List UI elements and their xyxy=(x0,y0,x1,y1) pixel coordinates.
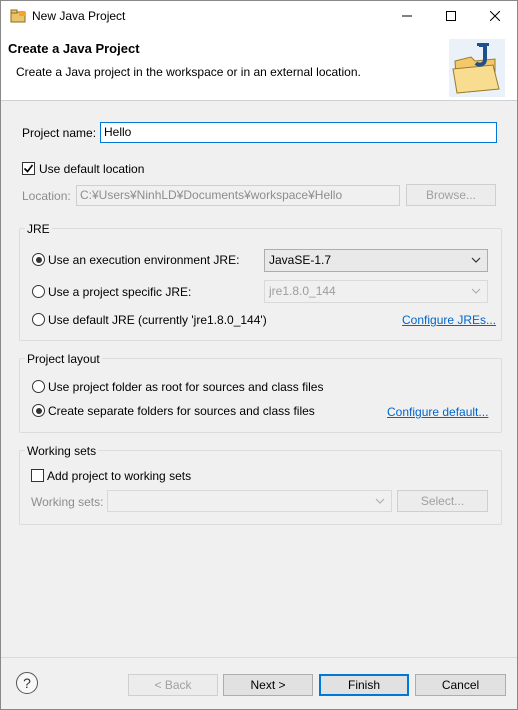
chevron-down-icon xyxy=(471,257,481,263)
jre-default-label: Use default JRE (currently 'jre1.8.0_144… xyxy=(48,313,267,327)
chevron-down-icon xyxy=(375,498,385,504)
close-icon xyxy=(490,11,500,21)
use-default-location-label: Use default location xyxy=(39,162,145,176)
finish-button[interactable]: Finish xyxy=(319,674,409,696)
next-button[interactable]: Next > xyxy=(223,674,313,696)
page-description: Create a Java project in the workspace o… xyxy=(16,65,361,79)
minimize-icon xyxy=(402,15,412,17)
cancel-button[interactable]: Cancel xyxy=(415,674,506,696)
configure-jres-link[interactable]: Configure JREs... xyxy=(402,313,496,327)
add-to-working-sets-label: Add project to working sets xyxy=(47,469,192,483)
window-title: New Java Project xyxy=(32,9,126,23)
location-input[interactable]: C:¥Users¥NinhLD¥Documents¥workspace¥Hell… xyxy=(76,185,400,206)
project-specific-jre-value: jre1.8.0_144 xyxy=(269,284,336,298)
page-title: Create a Java Project xyxy=(8,41,140,56)
title-bar: New Java Project xyxy=(1,1,517,31)
execution-environment-select[interactable]: JavaSE-1.7 xyxy=(264,249,488,272)
configure-default-link[interactable]: Configure default... xyxy=(387,405,488,419)
java-folder-icon xyxy=(449,39,505,97)
working-sets-select[interactable] xyxy=(107,490,392,512)
minimize-button[interactable] xyxy=(385,1,429,31)
jre-execution-environment-label: Use an execution environment JRE: xyxy=(48,253,240,267)
help-icon[interactable]: ? xyxy=(16,672,38,694)
project-specific-jre-select[interactable]: jre1.8.0_144 xyxy=(264,280,488,303)
jre-execution-environment-radio[interactable] xyxy=(32,253,45,266)
jre-default-radio[interactable] xyxy=(32,313,45,326)
browse-button[interactable]: Browse... xyxy=(406,184,496,206)
use-default-location-checkbox[interactable] xyxy=(22,162,35,175)
wizard-header: Create a Java Project Create a Java proj… xyxy=(1,31,517,101)
add-to-working-sets-checkbox[interactable] xyxy=(31,469,44,482)
layout-root-radio[interactable] xyxy=(32,380,45,393)
project-layout-group xyxy=(19,358,502,433)
working-sets-group-title: Working sets xyxy=(25,444,99,458)
location-label: Location: xyxy=(22,189,71,203)
back-button[interactable]: < Back xyxy=(128,674,218,696)
jre-group-title: JRE xyxy=(25,222,52,236)
execution-environment-value: JavaSE-1.7 xyxy=(269,253,332,267)
java-project-icon xyxy=(10,9,26,23)
maximize-button[interactable] xyxy=(429,1,473,31)
project-name-label: Project name: xyxy=(22,126,97,140)
jre-project-specific-label: Use a project specific JRE: xyxy=(48,285,192,299)
new-java-project-dialog: New Java Project Create a Java Project C… xyxy=(0,0,518,710)
working-sets-label: Working sets: xyxy=(31,495,104,509)
checkmark-icon xyxy=(23,164,34,173)
close-button[interactable] xyxy=(473,1,517,31)
layout-separate-radio[interactable] xyxy=(32,404,45,417)
maximize-icon xyxy=(446,11,456,21)
project-layout-group-title: Project layout xyxy=(25,352,102,366)
layout-root-label: Use project folder as root for sources a… xyxy=(48,380,324,394)
jre-project-specific-radio[interactable] xyxy=(32,285,45,298)
working-sets-group xyxy=(19,450,502,525)
select-working-sets-button[interactable]: Select... xyxy=(397,490,488,512)
layout-separate-label: Create separate folders for sources and … xyxy=(48,404,315,418)
project-name-input[interactable]: Hello xyxy=(100,122,497,143)
footer-separator xyxy=(1,657,517,658)
chevron-down-icon xyxy=(471,288,481,294)
